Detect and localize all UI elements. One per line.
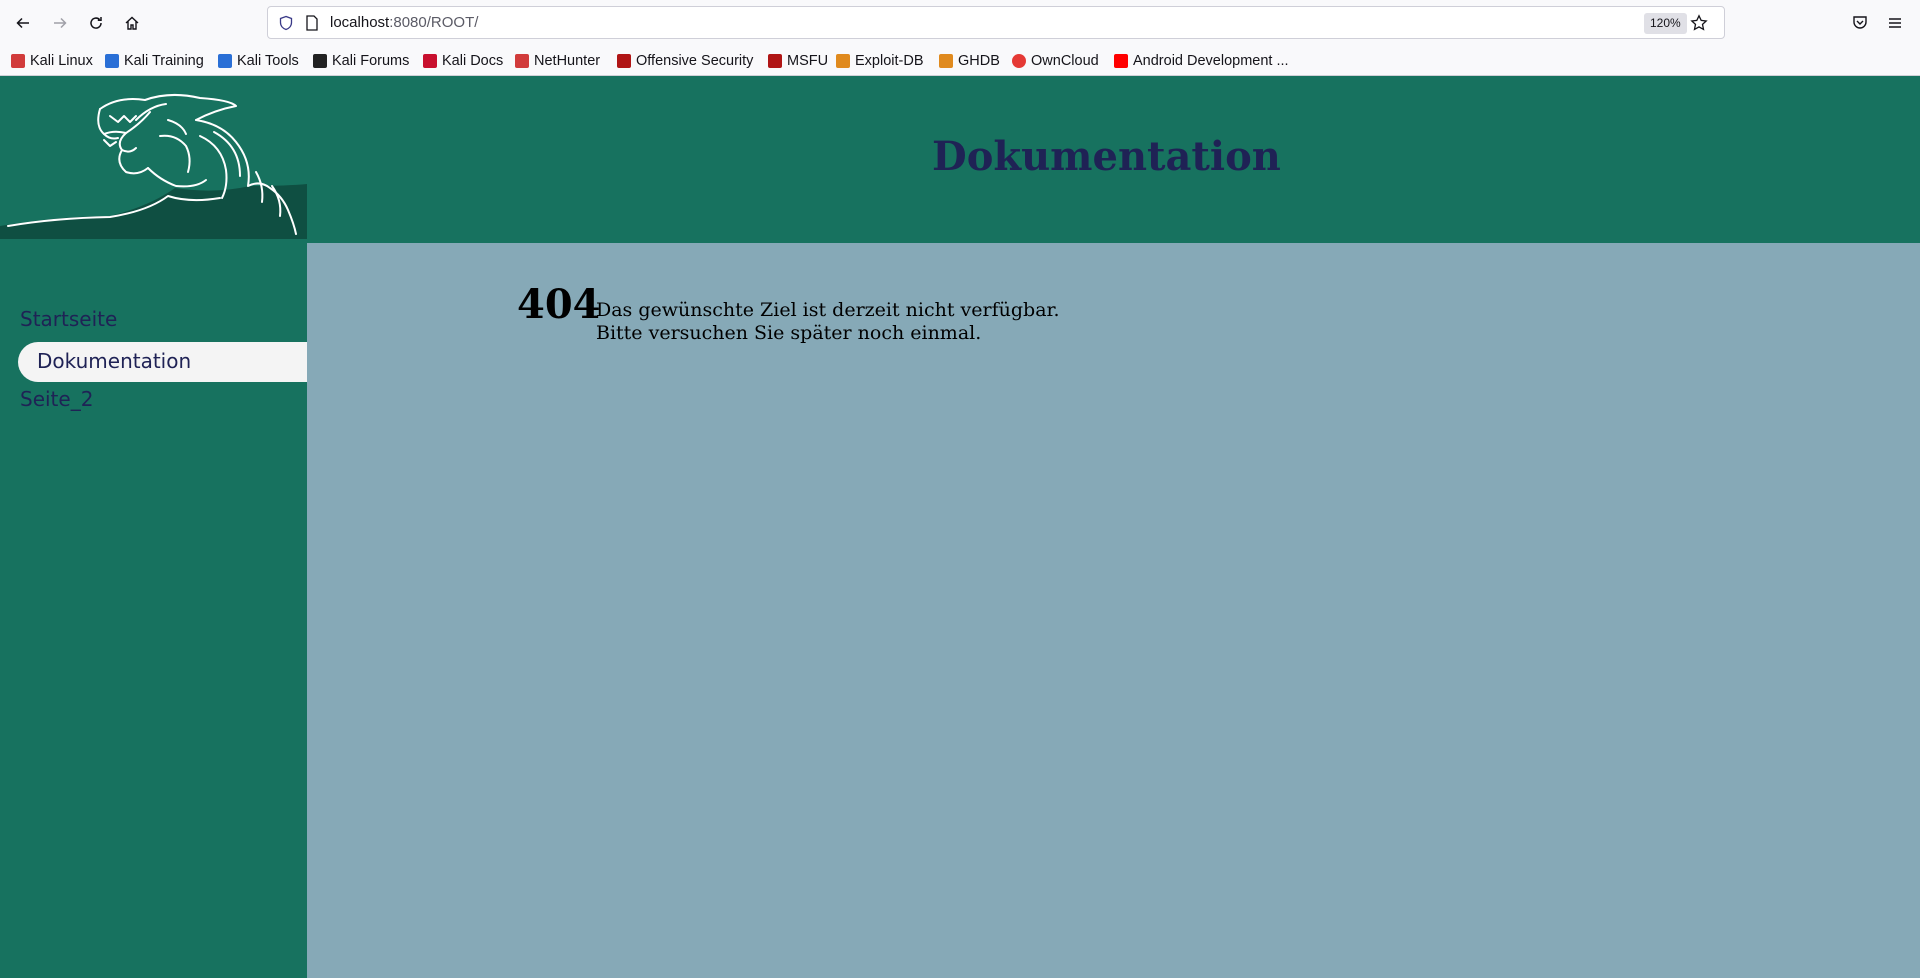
main-content: 404 Das gewünschte Ziel ist derzeit nich… [307,243,1920,978]
bookmark-kali-forums[interactable]: Kali Forums [313,51,409,71]
url-text[interactable]: localhost:8080/ROOT/ [330,14,478,31]
menu-icon[interactable] [1886,14,1904,32]
error-message-line-1: Das gewünschte Ziel ist derzeit nicht ve… [596,299,1060,321]
error-code: 404 [517,281,601,328]
tiger-logo [0,76,307,239]
tiger-logo-image [0,76,307,239]
error-message-line-2: Bitte versuchen Sie später noch einmal. [596,322,982,344]
pocket-icon[interactable] [1851,14,1869,32]
kali-tools-icon [218,54,232,68]
page-title: Dokumentation [932,133,1281,180]
nav-link-startseite[interactable]: Startseite [20,307,117,331]
bookmark-kali-linux[interactable]: Kali Linux [11,51,93,71]
nav-link-seite-2[interactable]: Seite_2 [20,387,93,411]
forward-arrow-icon [54,17,67,29]
bookmark-kali-docs[interactable]: Kali Docs [423,51,503,71]
tracking-shield-icon[interactable] [278,15,294,31]
home-button[interactable] [118,9,146,37]
kali-linux-icon [11,54,25,68]
bookmark-exploit-db[interactable]: Exploit-DB [836,51,924,71]
page-info-icon[interactable] [305,15,319,31]
bookmark-owncloud[interactable]: OwnCloud [1012,51,1099,71]
owncloud-icon [1012,54,1026,68]
bookmark-msfu[interactable]: MSFU [768,51,828,71]
ghdb-icon [939,54,953,68]
offensive-security-icon [617,54,631,68]
reload-button[interactable] [82,9,110,37]
bookmark-kali-tools[interactable]: Kali Tools [218,51,299,71]
bookmark-nethunter[interactable]: NetHunter [515,51,600,71]
url-host: localhost [330,14,390,31]
bookmarks-toolbar: Kali Linux Kali Training Kali Tools Kali… [0,45,1920,76]
back-button[interactable] [9,9,37,37]
bookmark-android-development[interactable]: Android Development ... [1114,51,1289,71]
url-bar[interactable]: localhost:8080/ROOT/ 120% [267,6,1725,39]
nav-link-dokumentation-active[interactable]: Dokumentation [18,342,307,382]
kali-forums-icon [313,54,327,68]
browser-toolbar: localhost:8080/ROOT/ 120% [0,0,1920,45]
exploit-db-icon [836,54,850,68]
kali-training-icon [105,54,119,68]
bookmark-ghdb[interactable]: GHDB [939,51,1000,71]
zoom-level-badge[interactable]: 120% [1644,13,1687,34]
web-page: Dokumentation Startseite Dokumentation S… [0,76,1920,978]
msfu-icon [768,54,782,68]
nav-label-dokumentation: Dokumentation [37,349,192,373]
home-icon [125,16,139,30]
bookmark-kali-training[interactable]: Kali Training [105,51,204,71]
youtube-icon [1114,54,1128,68]
sidebar-nav: Startseite Dokumentation Seite_2 [0,243,307,978]
reload-icon [90,17,102,29]
kali-docs-icon [423,54,437,68]
site-header: Dokumentation [0,76,1920,243]
forward-button[interactable] [46,9,74,37]
bookmark-offensive-security[interactable]: Offensive Security [617,51,753,71]
back-arrow-icon [16,17,29,29]
bookmark-star-icon[interactable] [1690,14,1708,32]
nethunter-icon [515,54,529,68]
url-path: :8080/ROOT/ [389,14,479,31]
